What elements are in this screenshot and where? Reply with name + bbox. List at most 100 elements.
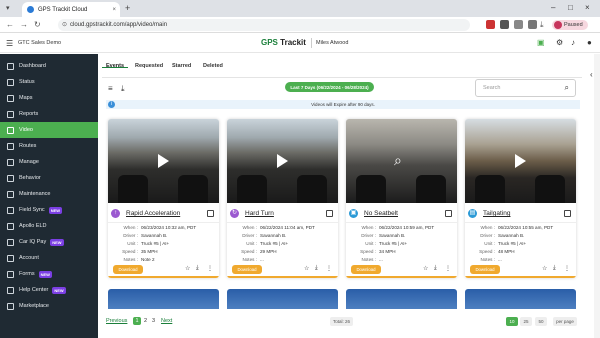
brand-logo[interactable]: GPS Trackit: [261, 38, 306, 47]
forward-icon[interactable]: →: [20, 20, 28, 29]
sidebar-item-car-iq-pay[interactable]: Car IQ Pay NEW: [0, 234, 98, 250]
window-maximize-button[interactable]: □: [568, 3, 573, 12]
sidebar-item-help-center[interactable]: Help Center NEW: [0, 282, 98, 298]
bell-icon[interactable]: ♪: [571, 38, 575, 47]
tab-search-icon[interactable]: ▾: [6, 4, 10, 12]
per-page-25[interactable]: 25: [520, 317, 532, 326]
company-name[interactable]: GTC Sales Demo: [18, 40, 61, 46]
sidebar-item-manage[interactable]: Manage: [0, 154, 98, 170]
event-card-partial[interactable]: [108, 289, 219, 309]
play-icon[interactable]: [515, 154, 526, 168]
date-filter-button[interactable]: Last 7 Days (06/22/2024 - 06/28/2024): [285, 82, 374, 92]
address-bar[interactable]: ⊙ cloud.gpstrackit.com/app/video/main: [58, 19, 470, 31]
previous-page-link[interactable]: Previous: [106, 318, 127, 324]
download-button[interactable]: Download: [232, 265, 262, 274]
window-minimize-button[interactable]: –: [551, 3, 555, 12]
per-page-10[interactable]: 10: [506, 317, 518, 326]
settings-icon[interactable]: ⚙: [556, 38, 563, 47]
search-input[interactable]: Search ⌕: [475, 79, 576, 97]
event-checkbox[interactable]: [207, 210, 214, 217]
star-icon[interactable]: ☆: [423, 265, 428, 272]
download-icon[interactable]: ⤓: [540, 20, 544, 30]
filter-icon[interactable]: ≡: [108, 84, 113, 93]
extensions-puzzle-icon[interactable]: [528, 20, 537, 29]
reload-icon[interactable]: ↻: [34, 20, 41, 29]
video-thumbnail[interactable]: ⌕: [346, 119, 457, 203]
chevron-left-icon[interactable]: ‹: [590, 70, 600, 80]
download-icon[interactable]: ⤓: [315, 265, 318, 272]
zoom-icon[interactable]: ⌕: [394, 152, 402, 169]
tab-events[interactable]: Events: [106, 63, 124, 69]
sidebar-item-account[interactable]: Account: [0, 250, 98, 266]
sidebar-item-status[interactable]: Status: [0, 74, 98, 90]
download-icon[interactable]: ⤓: [196, 265, 199, 272]
play-icon[interactable]: [158, 154, 169, 168]
event-checkbox[interactable]: [326, 210, 333, 217]
user-icon[interactable]: ●: [587, 38, 592, 47]
per-page-50[interactable]: 50: [535, 317, 547, 326]
tab-deleted[interactable]: Deleted: [203, 63, 223, 69]
profile-button[interactable]: Paused: [552, 20, 588, 30]
event-card-partial[interactable]: [346, 289, 457, 309]
sidebar-item-maps[interactable]: Maps: [0, 90, 98, 106]
extension-icon[interactable]: [514, 20, 523, 29]
extension-icon[interactable]: [486, 20, 495, 29]
event-name[interactable]: No Seatbelt: [364, 210, 398, 217]
sidebar-item-routes[interactable]: Routes: [0, 138, 98, 154]
more-icon[interactable]: ⋮: [326, 265, 332, 272]
download-button[interactable]: Download: [113, 265, 143, 274]
sidebar-item-dashboard[interactable]: Dashboard: [0, 58, 98, 74]
extension-icon[interactable]: [500, 20, 509, 29]
window-close-button[interactable]: ×: [585, 3, 590, 12]
download-icon[interactable]: ⤓: [434, 265, 437, 272]
sidebar-item-marketplace[interactable]: Marketplace: [0, 298, 98, 314]
event-card[interactable]: ↑ Rapid Acceleration When :06/23/2024 10…: [108, 119, 219, 278]
event-card-partial[interactable]: [227, 289, 338, 309]
next-page-link[interactable]: Next: [161, 318, 172, 324]
event-name[interactable]: Tailgating: [483, 210, 510, 217]
back-icon[interactable]: ←: [6, 20, 14, 29]
browser-tab[interactable]: GPS Trackit Cloud ×: [22, 2, 120, 17]
search-icon[interactable]: ⌕: [565, 83, 569, 93]
play-icon[interactable]: [277, 154, 288, 168]
video-thumbnail[interactable]: [227, 119, 338, 203]
sidebar-item-behavior[interactable]: Behavior: [0, 170, 98, 186]
event-card[interactable]: ▤ Tailgating When :06/22/2024 10:55 am, …: [465, 119, 576, 278]
scrollbar[interactable]: [594, 54, 600, 338]
site-info-icon[interactable]: ⊙: [62, 21, 67, 28]
more-icon[interactable]: ⋮: [207, 265, 213, 272]
event-checkbox[interactable]: [445, 210, 452, 217]
video-thumbnail[interactable]: [108, 119, 219, 203]
page-1-button[interactable]: 1: [133, 317, 141, 325]
sidebar-item-forms[interactable]: Forms NEW: [0, 266, 98, 282]
sidebar-item-field-sync[interactable]: Field Sync NEW: [0, 202, 98, 218]
notifications-tray-icon[interactable]: ▣: [537, 38, 545, 47]
menu-icon[interactable]: ☰: [6, 39, 13, 48]
star-icon[interactable]: ☆: [185, 265, 190, 272]
page-3-button[interactable]: 3: [152, 318, 155, 324]
sidebar-item-apollo-eld[interactable]: Apollo ELD: [0, 218, 98, 234]
tab-close-icon[interactable]: ×: [112, 7, 116, 13]
tab-requested[interactable]: Requested: [135, 63, 163, 69]
event-checkbox[interactable]: [564, 210, 571, 217]
event-name[interactable]: Rapid Acceleration: [126, 210, 180, 217]
event-card[interactable]: ↻ Hard Turn When :06/22/2024 11:04 am, P…: [227, 119, 338, 278]
video-thumbnail[interactable]: [465, 119, 576, 203]
new-tab-button[interactable]: +: [125, 3, 130, 13]
more-icon[interactable]: ⋮: [564, 265, 570, 272]
event-name[interactable]: Hard Turn: [245, 210, 274, 217]
page-2-button[interactable]: 2: [144, 318, 147, 324]
sidebar-item-reports[interactable]: Reports: [0, 106, 98, 122]
download-icon[interactable]: ⤓: [553, 265, 556, 272]
tab-starred[interactable]: Starred: [172, 63, 191, 69]
download-icon[interactable]: ⤓: [121, 84, 125, 94]
download-button[interactable]: Download: [351, 265, 381, 274]
event-card-partial[interactable]: [465, 289, 576, 309]
sidebar-item-video[interactable]: Video: [0, 122, 98, 138]
event-card[interactable]: ⌕ ▣ No Seatbelt When :06/22/2024 10:59 a…: [346, 119, 457, 278]
star-icon[interactable]: ☆: [304, 265, 309, 272]
sidebar-item-maintenance[interactable]: Maintenance: [0, 186, 98, 202]
download-button[interactable]: Download: [470, 265, 500, 274]
star-icon[interactable]: ☆: [542, 265, 547, 272]
more-icon[interactable]: ⋮: [445, 265, 451, 272]
